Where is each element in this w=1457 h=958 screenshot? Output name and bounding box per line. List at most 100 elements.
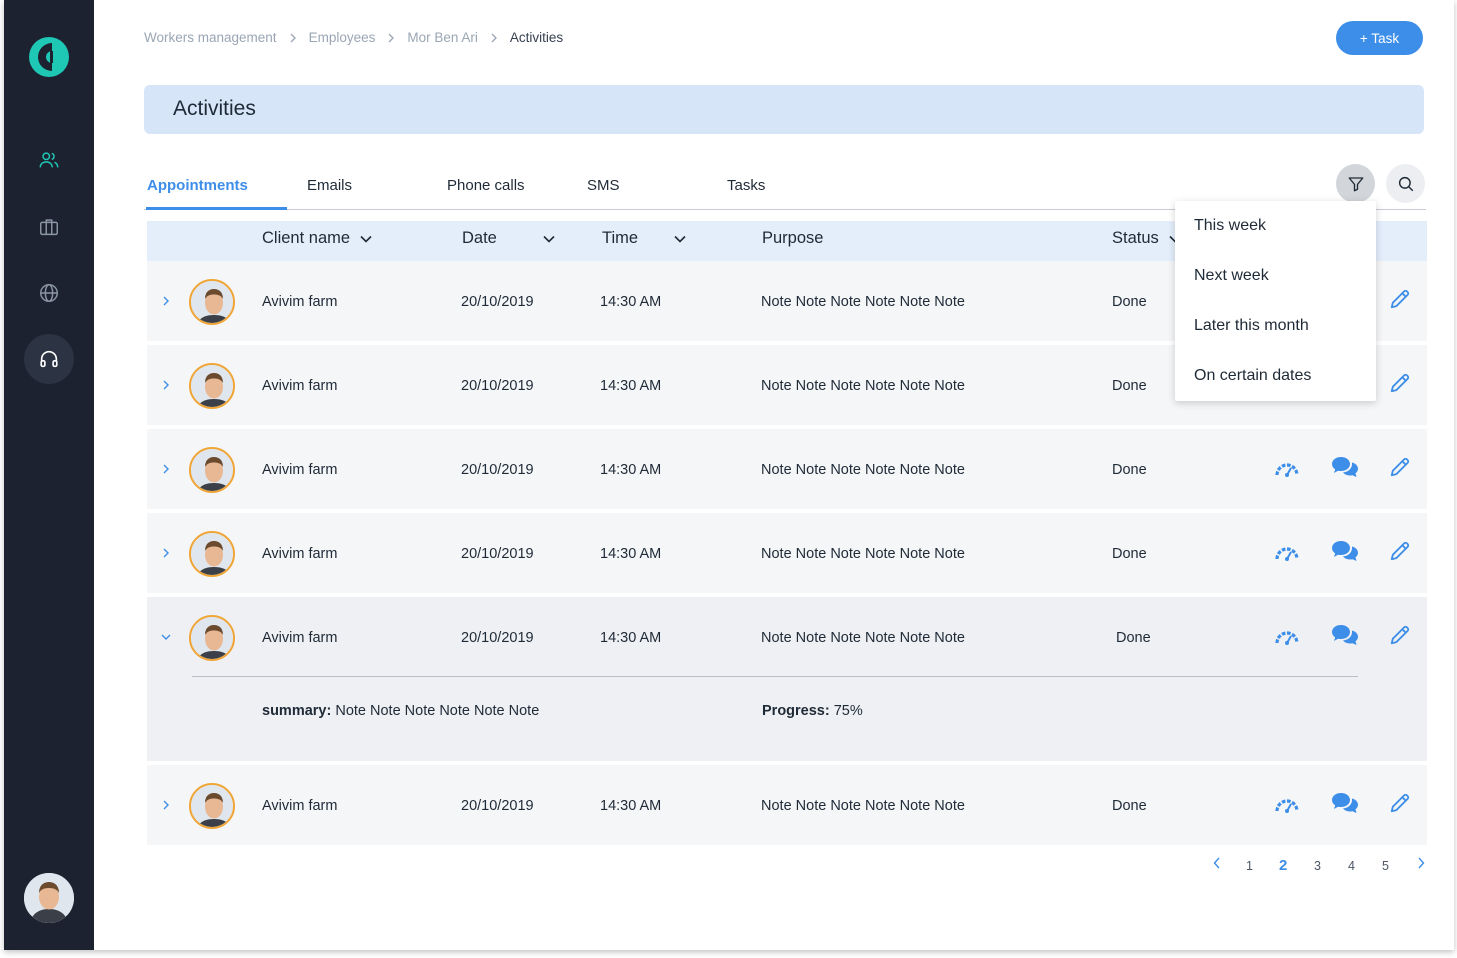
table-row-expanded[interactable]: Avivim farm 20/10/2019 14:30 AM Note Note N…: [147, 597, 1427, 761]
edit-button[interactable]: [1385, 452, 1415, 482]
page-4[interactable]: 4: [1348, 859, 1355, 873]
page-2-current[interactable]: 2: [1279, 857, 1287, 874]
comments-button[interactable]: [1330, 620, 1360, 650]
summary-value: Note Note Note Note Note Note: [335, 703, 540, 719]
edit-icon: [1390, 373, 1410, 393]
next-page-button[interactable]: [1417, 857, 1425, 872]
date-cell: 20/10/2019: [461, 378, 534, 394]
add-task-button[interactable]: + Task: [1336, 21, 1423, 55]
expand-row-button[interactable]: [160, 546, 172, 558]
table-row[interactable]: Avivim farm 20/10/2019 14:30 AM Note Note N…: [147, 765, 1427, 845]
active-tab-indicator: [146, 207, 287, 210]
comments-button[interactable]: [1330, 452, 1360, 482]
prev-page-button[interactable]: [1213, 857, 1221, 872]
column-purpose: Purpose: [762, 229, 824, 247]
edit-icon: [1390, 541, 1410, 561]
progress-label: Progress:: [762, 703, 830, 719]
sidebar: [4, 0, 94, 950]
edit-button[interactable]: [1385, 536, 1415, 566]
chevron-down-icon: [360, 235, 372, 243]
user-avatar[interactable]: [24, 873, 74, 923]
collapse-row-button[interactable]: [160, 630, 172, 642]
edit-icon: [1390, 793, 1410, 813]
filter-option-this-week[interactable]: This week: [1194, 217, 1266, 235]
nav-headset[interactable]: [24, 334, 74, 384]
column-date[interactable]: Date: [462, 229, 555, 248]
gauge-icon: [1275, 799, 1299, 813]
search-button[interactable]: [1386, 164, 1425, 203]
progress-button[interactable]: [1272, 538, 1302, 568]
chat-icon: [1332, 793, 1358, 813]
filter-dropdown: This week Next week Later this month On …: [1175, 201, 1376, 401]
column-date-label: Date: [462, 229, 497, 247]
chat-icon: [1332, 541, 1358, 561]
chevron-left-icon: [1213, 857, 1220, 869]
progress-button[interactable]: [1272, 454, 1302, 484]
client-avatar: [189, 531, 235, 577]
filter-button[interactable]: [1336, 164, 1375, 203]
client-avatar: [189, 783, 235, 829]
nav-users[interactable]: [24, 135, 74, 185]
client-avatar: [189, 447, 235, 493]
page-3[interactable]: 3: [1314, 859, 1321, 873]
column-client-name-label: Client name: [262, 229, 351, 247]
time-cell: 14:30 AM: [600, 294, 662, 310]
status-cell: Done: [1116, 630, 1151, 646]
tab-sms[interactable]: SMS: [587, 177, 620, 194]
client-name: Avivim farm: [262, 630, 338, 646]
expand-row-button[interactable]: [160, 378, 172, 390]
date-cell: 20/10/2019: [461, 462, 534, 478]
time-cell: 14:30 AM: [600, 630, 662, 646]
tab-emails[interactable]: Emails: [307, 177, 352, 194]
column-time[interactable]: Time: [602, 229, 686, 248]
filter-icon: [1348, 176, 1363, 191]
column-client-name[interactable]: Client name: [262, 229, 372, 248]
nav-globe[interactable]: [24, 268, 74, 318]
progress-button[interactable]: [1272, 790, 1302, 820]
filter-option-later-this-month[interactable]: Later this month: [1194, 317, 1309, 335]
purpose-cell: Note Note Note Note Note Note: [761, 630, 965, 646]
nav-briefcase[interactable]: [24, 202, 74, 252]
filter-option-next-week[interactable]: Next week: [1194, 267, 1269, 285]
column-time-label: Time: [602, 229, 639, 247]
breadcrumb-workers-management[interactable]: Workers management: [144, 30, 277, 45]
edit-button[interactable]: [1385, 368, 1415, 398]
comments-button[interactable]: [1330, 536, 1360, 566]
breadcrumb-employee-name[interactable]: Mor Ben Ari: [407, 30, 478, 45]
filter-option-certain-dates[interactable]: On certain dates: [1194, 367, 1311, 385]
table-row[interactable]: Avivim farm 20/10/2019 14:30 AM Note Note N…: [147, 429, 1427, 509]
chevron-down-icon: [674, 235, 686, 243]
progress-line: Progress: 75%: [762, 703, 863, 719]
status-cell: Done: [1112, 798, 1147, 814]
tab-phone-calls[interactable]: Phone calls: [447, 177, 525, 194]
page-5[interactable]: 5: [1382, 859, 1389, 873]
row-divider: [192, 676, 1358, 677]
date-cell: 20/10/2019: [461, 630, 534, 646]
date-cell: 20/10/2019: [461, 798, 534, 814]
expand-row-button[interactable]: [160, 294, 172, 306]
edit-icon: [1390, 625, 1410, 645]
edit-button[interactable]: [1385, 788, 1415, 818]
edit-button[interactable]: [1385, 620, 1415, 650]
app-logo[interactable]: [28, 36, 70, 78]
purpose-cell: Note Note Note Note Note Note: [761, 294, 965, 310]
briefcase-icon: [40, 219, 58, 236]
table-row[interactable]: Avivim farm 20/10/2019 14:30 AM Note Note N…: [147, 513, 1427, 593]
status-cell: Done: [1112, 546, 1147, 562]
progress-button[interactable]: [1272, 622, 1302, 652]
gauge-icon: [1275, 631, 1299, 645]
comments-button[interactable]: [1330, 788, 1360, 818]
client-avatar: [189, 279, 235, 325]
tab-tasks[interactable]: Tasks: [727, 177, 765, 194]
column-status-label: Status: [1112, 229, 1159, 247]
expand-row-button[interactable]: [160, 798, 172, 810]
time-cell: 14:30 AM: [600, 546, 662, 562]
column-status[interactable]: Status: [1112, 229, 1181, 248]
chat-icon: [1332, 625, 1358, 645]
page-1[interactable]: 1: [1246, 859, 1253, 873]
breadcrumb-employees[interactable]: Employees: [309, 30, 376, 45]
tab-appointments[interactable]: Appointments: [147, 177, 248, 194]
edit-button[interactable]: [1385, 284, 1415, 314]
expand-row-button[interactable]: [160, 462, 172, 474]
time-cell: 14:30 AM: [600, 462, 662, 478]
